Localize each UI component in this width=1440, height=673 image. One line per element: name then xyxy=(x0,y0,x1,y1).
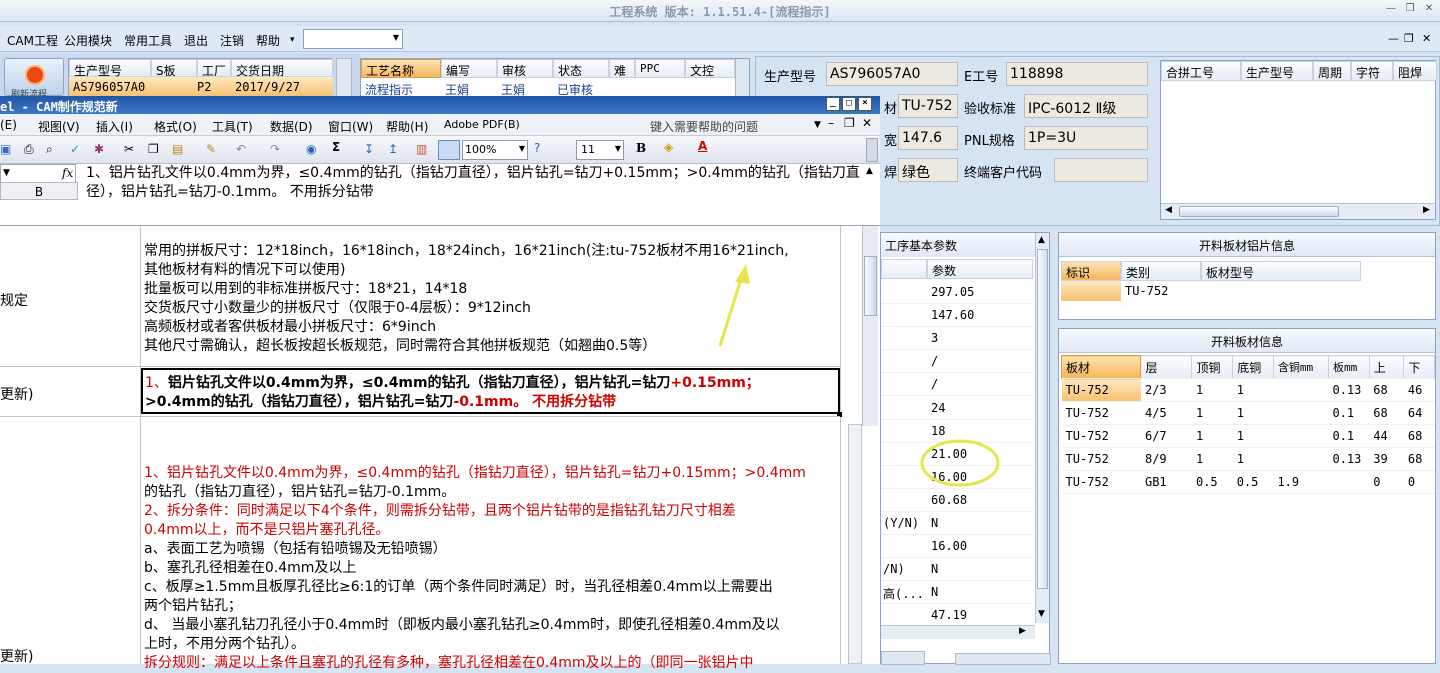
annotation-arrowhead xyxy=(735,264,750,284)
annotation-circle xyxy=(920,439,1000,487)
annotation-arrow-line xyxy=(718,275,744,347)
annotation-layer xyxy=(718,264,1000,487)
